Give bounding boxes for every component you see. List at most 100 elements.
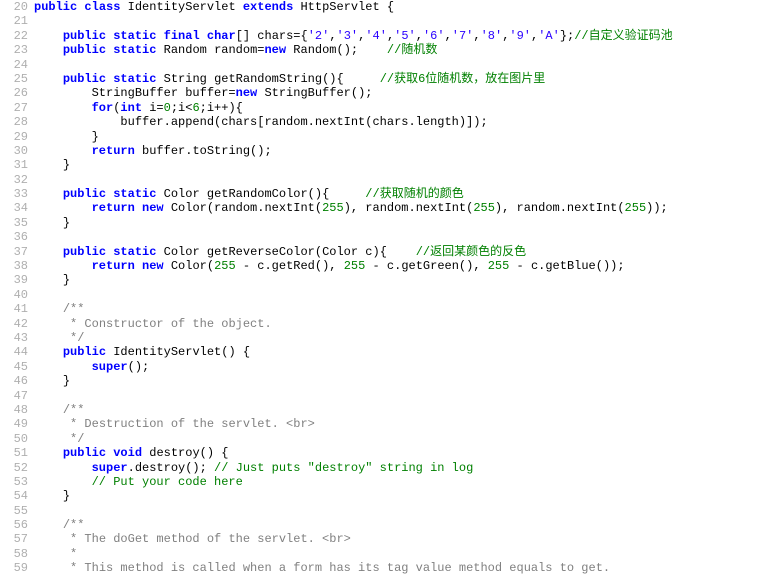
token-kw: return: [92, 259, 135, 273]
token-str: '9': [509, 29, 531, 43]
token-kw: static: [113, 43, 156, 57]
line-number: 58: [4, 547, 28, 561]
token-id: }: [63, 489, 70, 503]
token-kw: new: [236, 86, 258, 100]
code-line: public static Color getReverseColor(Colo…: [34, 245, 760, 259]
token-id: [135, 259, 142, 273]
code-line: public void destroy() {: [34, 446, 760, 460]
line-number-gutter: 2021222324252627282930313233343536373839…: [0, 0, 34, 576]
indent: [34, 403, 63, 417]
token-id: ), random.nextInt(: [344, 201, 474, 215]
line-number: 22: [4, 29, 28, 43]
line-number: 25: [4, 72, 28, 86]
token-num: 255: [322, 201, 344, 215]
indent: [34, 417, 63, 431]
token-id: Color(: [164, 259, 214, 273]
line-number: 28: [4, 115, 28, 129]
token-id: IdentityServlet() {: [106, 345, 250, 359]
code-line: [34, 230, 760, 244]
indent: [34, 331, 63, 345]
line-number: 48: [4, 403, 28, 417]
token-com: //自定义验证码池: [574, 29, 672, 43]
code-line: */: [34, 331, 760, 345]
indent: [34, 245, 63, 259]
token-num: 6: [192, 101, 199, 115]
token-kw: new: [142, 201, 164, 215]
token-id: Random random=: [156, 43, 264, 57]
line-number: 38: [4, 259, 28, 273]
line-number: 59: [4, 561, 28, 575]
token-doc: /**: [63, 518, 85, 532]
token-kw: super: [92, 461, 128, 475]
token-id: buffer.append(chars[random.nextInt(chars…: [120, 115, 487, 129]
indent: [34, 461, 92, 475]
code-line: return new Color(255 - c.getRed(), 255 -…: [34, 259, 760, 273]
token-num: 0: [164, 101, 171, 115]
code-line: }: [34, 489, 760, 503]
code-line: // Put your code here: [34, 475, 760, 489]
indent: [34, 115, 120, 129]
line-number: 47: [4, 389, 28, 403]
code-line: */: [34, 432, 760, 446]
indent: [34, 345, 63, 359]
indent: [34, 86, 92, 100]
token-id: - c.getGreen(),: [365, 259, 487, 273]
code-line: super();: [34, 360, 760, 374]
code-line: * Destruction of the servlet. <br>: [34, 417, 760, 431]
code-line: }: [34, 158, 760, 172]
line-number: 43: [4, 331, 28, 345]
line-number: 56: [4, 518, 28, 532]
token-id: };: [560, 29, 574, 43]
token-doc: * Destruction of the servlet. <br>: [63, 417, 315, 431]
token-kw: super: [92, 360, 128, 374]
token-kw: public: [63, 187, 106, 201]
line-number: 33: [4, 187, 28, 201]
indent: [34, 561, 63, 575]
line-number: 54: [4, 489, 28, 503]
line-number: 24: [4, 58, 28, 72]
token-id: ,: [329, 29, 336, 43]
token-kw: static: [113, 72, 156, 86]
token-kw: public: [63, 245, 106, 259]
token-doc: * Constructor of the object.: [63, 317, 272, 331]
code-line: [34, 389, 760, 403]
token-kw: final: [164, 29, 200, 43]
token-kw: public: [63, 345, 106, 359]
token-str: '2': [308, 29, 330, 43]
token-com: //随机数: [387, 43, 437, 57]
line-number: 23: [4, 43, 28, 57]
line-number: 57: [4, 532, 28, 546]
code-line: }: [34, 216, 760, 230]
line-number: 41: [4, 302, 28, 316]
line-number: 50: [4, 432, 28, 446]
indent: [34, 230, 63, 244]
line-number: 44: [4, 345, 28, 359]
line-number: 34: [4, 201, 28, 215]
token-id: ;i<: [171, 101, 193, 115]
token-kw: static: [113, 29, 156, 43]
code-line: [34, 173, 760, 187]
code-line: for(int i=0;i<6;i++){: [34, 101, 760, 115]
line-number: 39: [4, 273, 28, 287]
token-num: 255: [214, 259, 236, 273]
token-str: 'A': [538, 29, 560, 43]
code-line: public static Random random=new Random()…: [34, 43, 760, 57]
token-str: '8': [481, 29, 503, 43]
token-num: 255: [625, 201, 647, 215]
token-num: 255: [344, 259, 366, 273]
line-number: 53: [4, 475, 28, 489]
indent: [34, 273, 63, 287]
token-kw: new: [264, 43, 286, 57]
line-number: 46: [4, 374, 28, 388]
token-id: HttpServlet {: [293, 0, 394, 14]
indent: [34, 389, 63, 403]
token-str: '7': [452, 29, 474, 43]
indent: [34, 475, 92, 489]
indent: [34, 173, 63, 187]
line-number: 27: [4, 101, 28, 115]
indent: [34, 360, 92, 374]
token-id: ;i++){: [200, 101, 243, 115]
token-kw: public: [63, 446, 106, 460]
token-num: 255: [488, 259, 510, 273]
code-line: return new Color(random.nextInt(255), ra…: [34, 201, 760, 215]
